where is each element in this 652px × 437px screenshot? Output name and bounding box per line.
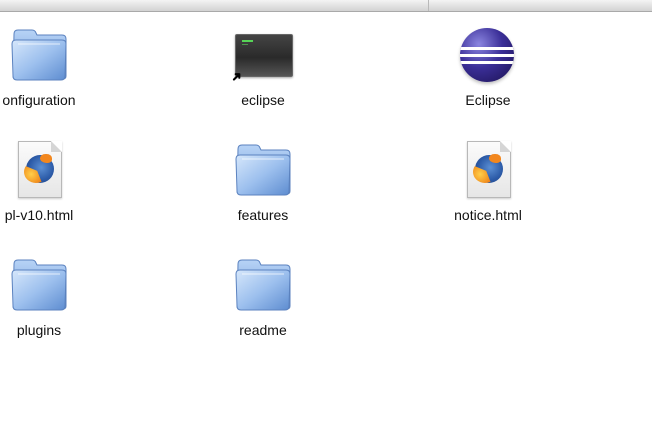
window-title-bar	[0, 0, 652, 12]
file-item-eclipse-alias[interactable]: ➜ eclipse	[203, 26, 323, 108]
firefox-icon	[473, 154, 503, 183]
folder-icon	[9, 256, 69, 314]
file-item-epl-v10-html[interactable]: pl-v10.html	[0, 141, 99, 223]
file-label: notice.html	[454, 207, 522, 223]
file-label: pl-v10.html	[4, 207, 74, 223]
file-item-features[interactable]: features	[203, 141, 323, 223]
firefox-html-document-icon	[9, 141, 69, 199]
file-item-eclipse-app[interactable]: Eclipse	[428, 26, 548, 108]
file-item-plugins[interactable]: plugins	[0, 256, 99, 338]
folder-icon	[233, 141, 293, 199]
folder-icon	[9, 26, 69, 84]
file-item-notice-html[interactable]: notice.html	[428, 141, 548, 223]
title-bar-divider	[428, 0, 429, 11]
firefox-html-document-icon	[458, 141, 518, 199]
file-label: Eclipse	[465, 92, 511, 108]
terminal-icon	[235, 34, 293, 77]
folder-icon	[233, 256, 293, 314]
eclipse-app-icon	[458, 26, 518, 84]
file-label: onfiguration	[2, 92, 76, 108]
file-label: eclipse	[241, 92, 285, 108]
file-item-configuration[interactable]: onfiguration	[0, 26, 99, 108]
file-label: readme	[239, 322, 287, 338]
file-label: plugins	[16, 322, 62, 338]
file-item-readme[interactable]: readme	[203, 256, 323, 338]
terminal-alias-icon: ➜	[227, 26, 293, 86]
firefox-icon	[24, 154, 54, 183]
file-label: features	[237, 207, 289, 223]
